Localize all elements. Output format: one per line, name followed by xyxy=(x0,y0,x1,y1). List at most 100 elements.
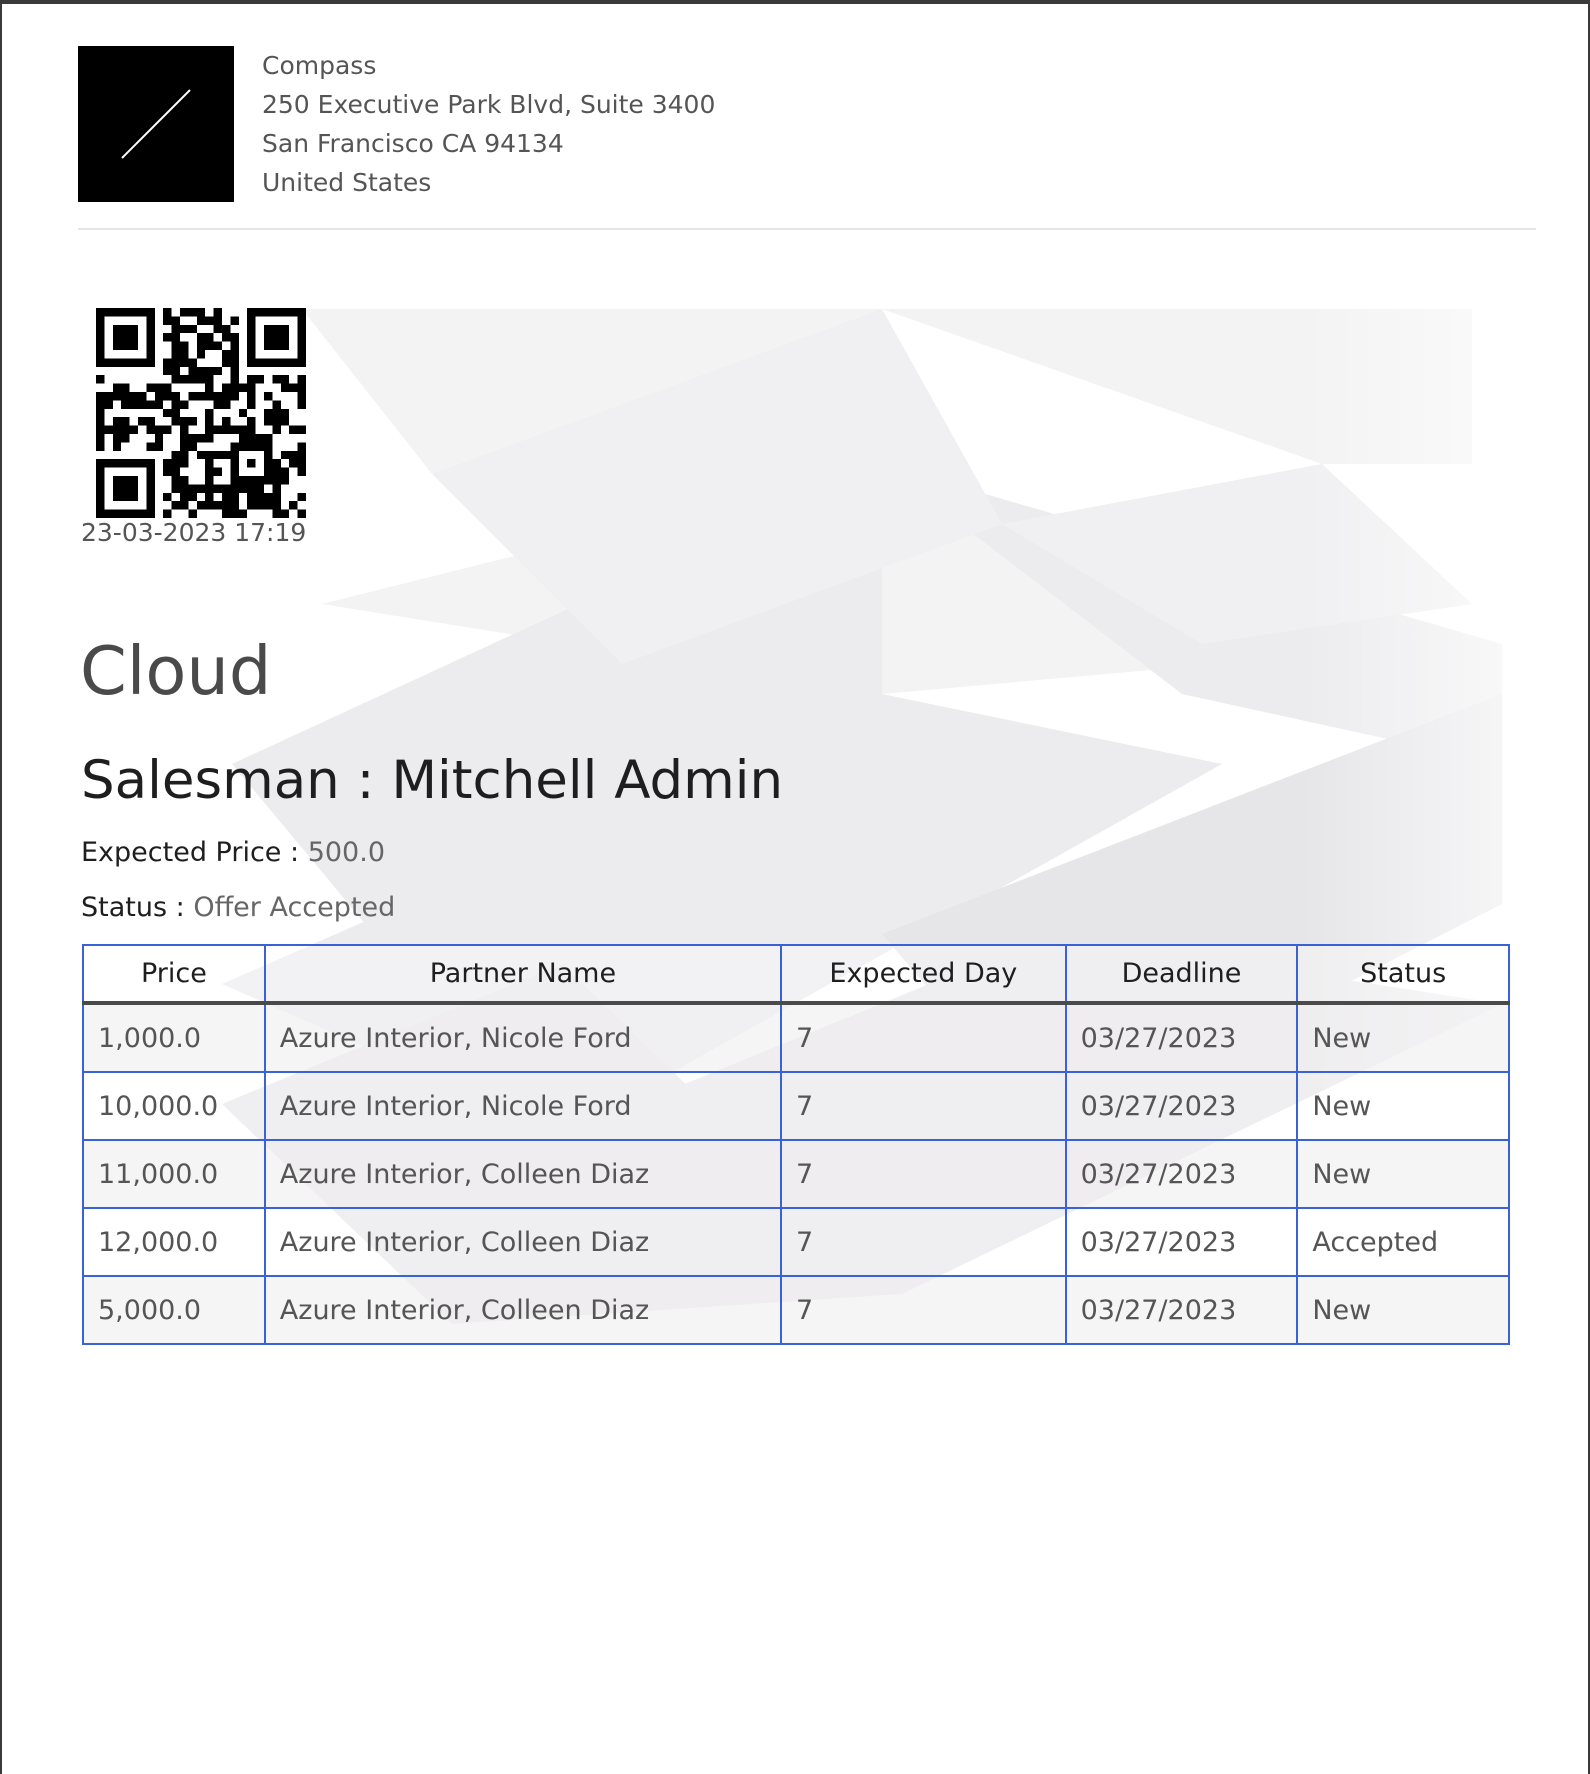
cell-partner-name: Azure Interior, Colleen Diaz xyxy=(263,1139,783,1209)
qr-module xyxy=(146,509,155,518)
qr-module xyxy=(96,392,105,401)
qr-module xyxy=(264,408,273,418)
qr-module xyxy=(96,492,105,502)
qr-module xyxy=(280,509,290,518)
cell-deadline: 03/27/2023 xyxy=(1064,1002,1299,1073)
qr-module xyxy=(247,442,256,451)
qr-module xyxy=(104,459,113,468)
qr-module xyxy=(247,484,256,493)
qr-module xyxy=(138,509,147,518)
qr-module xyxy=(205,375,214,384)
cell-partner-name: Azure Interior, Nicole Ford xyxy=(263,1002,783,1073)
qr-module xyxy=(154,392,164,401)
qr-module xyxy=(213,341,222,350)
cell-status: New xyxy=(1296,1002,1510,1073)
qr-module xyxy=(222,350,231,359)
qr-module xyxy=(154,425,164,434)
qr-module xyxy=(297,341,306,350)
qr-module xyxy=(272,408,281,418)
cell-expected-day: 7 xyxy=(780,1071,1067,1141)
column-header-status: Status xyxy=(1296,944,1510,1005)
qr-module xyxy=(297,358,306,367)
qr-module xyxy=(297,425,306,434)
salesman-label: Salesman : xyxy=(81,750,375,811)
qr-module xyxy=(180,358,189,367)
qr-module xyxy=(96,308,105,317)
qr-module xyxy=(247,476,256,485)
qr-module xyxy=(247,341,256,350)
qr-module xyxy=(272,417,281,426)
cell-expected-day: 7 xyxy=(780,1139,1067,1209)
qr-module xyxy=(188,442,197,451)
qr-module xyxy=(205,333,214,342)
company-logo xyxy=(78,46,234,202)
qr-module xyxy=(247,308,256,317)
qr-module xyxy=(171,392,180,401)
qr-module xyxy=(272,333,281,342)
qr-module xyxy=(146,400,155,409)
qr-module xyxy=(255,308,264,317)
qr-module xyxy=(230,316,239,325)
qr-module xyxy=(112,484,122,493)
qr-module xyxy=(247,400,256,409)
qr-module xyxy=(230,350,239,359)
qr-module xyxy=(272,324,281,334)
qr-module xyxy=(297,467,306,476)
table-row: 5,000.0 Azure Interior, Colleen Diaz 7 0… xyxy=(82,1275,1510,1345)
qr-module xyxy=(196,501,206,510)
qr-module xyxy=(247,358,256,367)
print-timestamp: 23-03-2023 17:19 xyxy=(81,518,307,547)
qr-module xyxy=(146,316,155,325)
qr-module xyxy=(196,484,206,493)
qr-module xyxy=(213,425,222,434)
qr-module xyxy=(112,333,122,342)
qr-module xyxy=(280,308,290,317)
qr-module xyxy=(297,509,306,518)
qr-module xyxy=(255,375,264,384)
qr-module xyxy=(96,358,105,367)
qr-module xyxy=(146,333,155,342)
qr-module xyxy=(230,476,239,485)
qr-module xyxy=(146,341,155,350)
qr-module xyxy=(297,459,306,468)
qr-module xyxy=(247,350,256,359)
company-name: Compass xyxy=(262,51,377,80)
qr-module xyxy=(255,434,264,443)
qr-module xyxy=(230,484,239,493)
qr-module xyxy=(196,392,206,401)
company-address-line2: San Francisco CA 94134 xyxy=(262,129,564,158)
qr-module xyxy=(96,375,105,384)
qr-module xyxy=(129,308,138,317)
qr-module xyxy=(205,316,214,325)
cell-expected-day: 7 xyxy=(780,1002,1067,1073)
qr-module xyxy=(112,425,122,434)
qr-module xyxy=(238,484,248,493)
qr-module xyxy=(280,383,290,392)
qr-module xyxy=(222,383,231,392)
qr-module xyxy=(154,400,164,409)
expected-price-value: 500.0 xyxy=(307,837,385,868)
qr-module xyxy=(180,350,189,359)
qr-module xyxy=(121,484,130,493)
cell-price: 12,000.0 xyxy=(82,1207,266,1277)
qr-module xyxy=(112,417,122,426)
qr-module xyxy=(171,350,180,359)
qr-module xyxy=(238,408,248,418)
qr-module xyxy=(297,324,306,334)
qr-module xyxy=(238,434,248,443)
qr-module xyxy=(205,434,214,443)
qr-module xyxy=(247,501,256,510)
qr-module xyxy=(264,492,273,502)
qr-module xyxy=(272,484,281,493)
qr-module xyxy=(121,417,130,426)
qr-module xyxy=(163,408,172,418)
status-field: Status : Offer Accepted xyxy=(81,892,395,923)
qr-module xyxy=(264,459,273,468)
qr-module xyxy=(163,509,172,518)
qr-module xyxy=(180,501,189,510)
qr-module xyxy=(121,333,130,342)
qr-module xyxy=(154,434,164,443)
qr-module xyxy=(104,358,113,367)
qr-module xyxy=(180,417,189,426)
qr-module xyxy=(121,425,130,434)
